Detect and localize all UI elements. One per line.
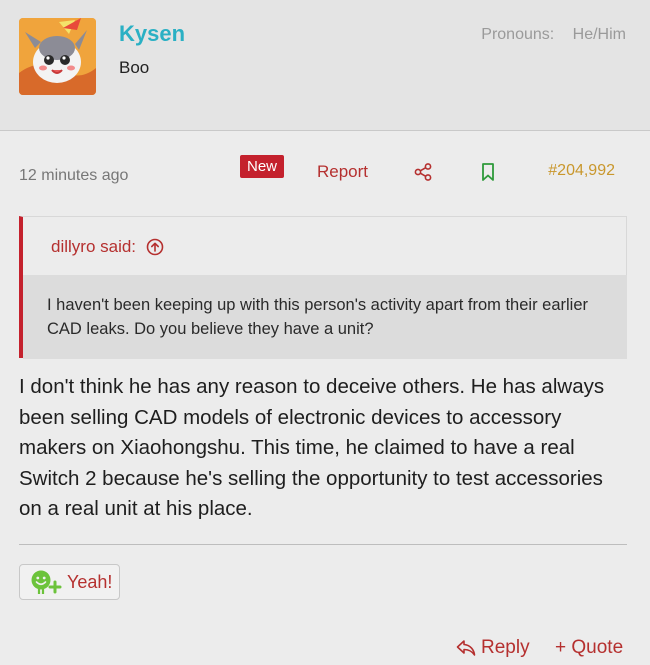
post-divider <box>19 544 627 545</box>
quote-text: I haven't been keeping up with this pers… <box>23 275 627 359</box>
post-body: I don't think he has any reason to decei… <box>19 375 605 520</box>
report-link[interactable]: Report <box>317 162 368 182</box>
post-timestamp[interactable]: 12 minutes ago <box>19 167 128 185</box>
share-icon[interactable] <box>413 162 433 182</box>
reaction-label: Yeah! <box>67 571 113 592</box>
post-meta: 12 minutes ago New Report #204,992 <box>0 150 650 190</box>
quote-block: dillyro said: I haven't been keeping up … <box>19 216 627 359</box>
reply-button[interactable]: Reply <box>456 637 530 659</box>
post-number-link[interactable]: #204,992 <box>548 162 615 180</box>
pronouns: Pronouns: He/Him <box>481 26 626 44</box>
pronouns-label: Pronouns: <box>481 26 555 43</box>
reply-label: Reply <box>481 637 530 658</box>
user-avatar[interactable] <box>19 18 96 95</box>
smile-plus-icon <box>31 570 62 594</box>
user-header: Kysen Boo Pronouns: He/Him <box>0 0 650 131</box>
username[interactable]: Kysen <box>119 21 185 47</box>
pronouns-value: He/Him <box>572 26 626 43</box>
arrow-up-circle-icon[interactable] <box>146 238 164 256</box>
reply-arrow-icon <box>456 640 476 656</box>
pokemon-avatar-icon <box>19 18 96 95</box>
new-badge: New <box>240 155 285 178</box>
quote-button[interactable]: + Quote <box>555 637 623 659</box>
user-title: Boo <box>119 58 150 77</box>
quote-author[interactable]: dillyro said: <box>51 237 136 257</box>
reaction-button[interactable]: Yeah! <box>19 564 120 600</box>
quote-attribution[interactable]: dillyro said: <box>51 237 164 257</box>
bookmark-icon[interactable] <box>480 162 496 182</box>
